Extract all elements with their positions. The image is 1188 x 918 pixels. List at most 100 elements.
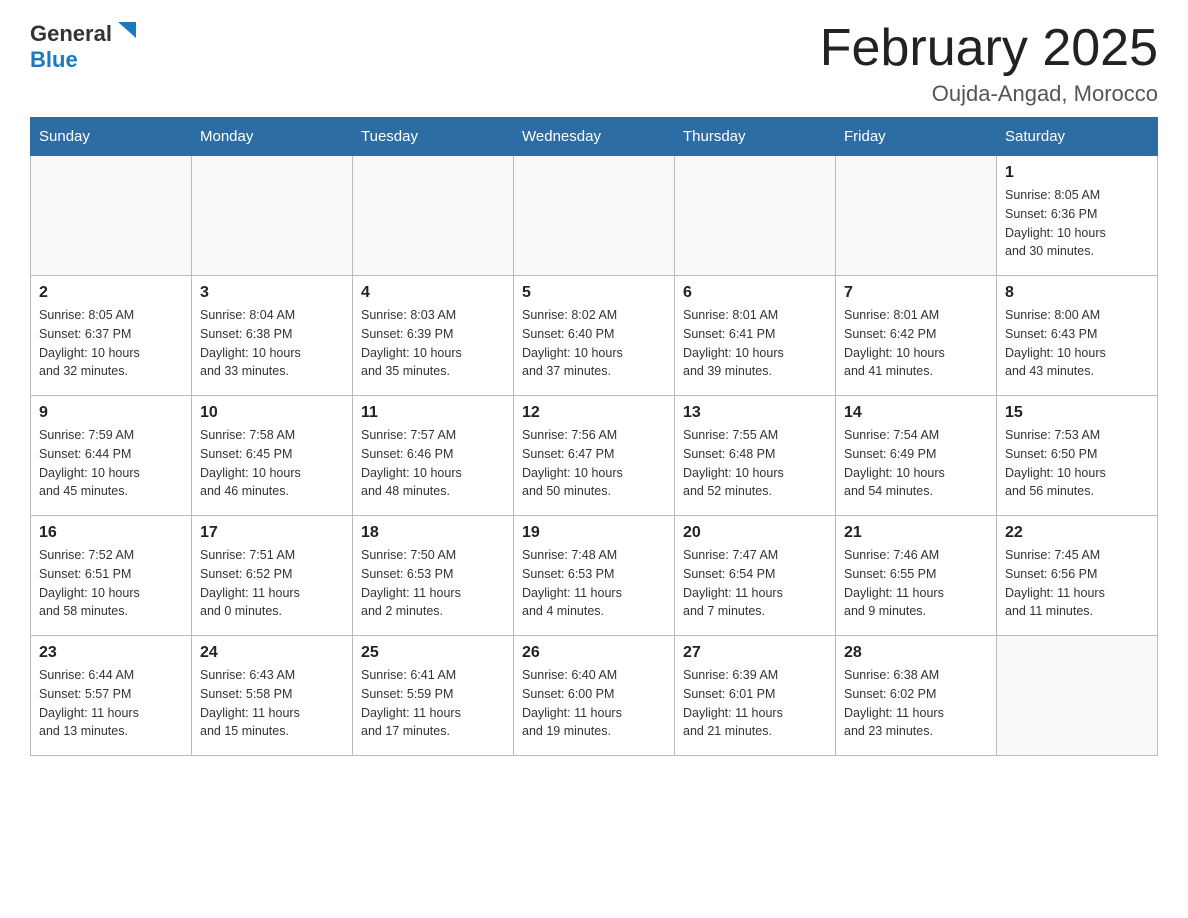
day-info: Sunrise: 8:05 AM Sunset: 6:37 PM Dayligh… — [39, 306, 183, 381]
day-number: 22 — [1005, 524, 1149, 542]
calendar-day-11: 11Sunrise: 7:57 AM Sunset: 6:46 PM Dayli… — [353, 396, 514, 516]
day-number: 13 — [683, 404, 827, 422]
calendar-header-monday: Monday — [192, 118, 353, 156]
day-number: 26 — [522, 644, 666, 662]
calendar-header-sunday: Sunday — [31, 118, 192, 156]
day-info: Sunrise: 6:40 AM Sunset: 6:00 PM Dayligh… — [522, 666, 666, 741]
day-info: Sunrise: 7:51 AM Sunset: 6:52 PM Dayligh… — [200, 546, 344, 621]
day-info: Sunrise: 7:50 AM Sunset: 6:53 PM Dayligh… — [361, 546, 505, 621]
day-number: 27 — [683, 644, 827, 662]
day-number: 6 — [683, 284, 827, 302]
calendar-day-9: 9Sunrise: 7:59 AM Sunset: 6:44 PM Daylig… — [31, 396, 192, 516]
calendar-header-thursday: Thursday — [675, 118, 836, 156]
day-number: 25 — [361, 644, 505, 662]
day-info: Sunrise: 8:00 AM Sunset: 6:43 PM Dayligh… — [1005, 306, 1149, 381]
day-info: Sunrise: 6:41 AM Sunset: 5:59 PM Dayligh… — [361, 666, 505, 741]
day-info: Sunrise: 7:46 AM Sunset: 6:55 PM Dayligh… — [844, 546, 988, 621]
calendar-day-empty — [997, 636, 1158, 756]
calendar-week-row: 9Sunrise: 7:59 AM Sunset: 6:44 PM Daylig… — [31, 396, 1158, 516]
day-info: Sunrise: 8:01 AM Sunset: 6:41 PM Dayligh… — [683, 306, 827, 381]
calendar-day-25: 25 Sunrise: 6:41 AM Sunset: 5:59 PM Dayli… — [353, 636, 514, 756]
day-number: 17 — [200, 524, 344, 542]
day-info: Sunrise: 6:44 AM Sunset: 5:57 PM Dayligh… — [39, 666, 183, 741]
day-info: Sunrise: 8:03 AM Sunset: 6:39 PM Dayligh… — [361, 306, 505, 381]
day-number: 4 — [361, 284, 505, 302]
day-number: 23 — [39, 644, 183, 662]
calendar-day-17: 17 Sunrise: 7:51 AM Sunset: 6:52 PM Dayli… — [192, 516, 353, 636]
day-info: Sunrise: 8:02 AM Sunset: 6:40 PM Dayligh… — [522, 306, 666, 381]
calendar-header-row: SundayMondayTuesdayWednesdayThursdayFrid… — [31, 118, 1158, 156]
day-number: 1 — [1005, 164, 1149, 182]
day-number: 15 — [1005, 404, 1149, 422]
day-number: 8 — [1005, 284, 1149, 302]
calendar-day-24: 24 Sunrise: 6:43 AM Sunset: 5:58 PM Dayli… — [192, 636, 353, 756]
logo: General Blue — [30, 20, 138, 73]
calendar-day-12: 12Sunrise: 7:56 AM Sunset: 6:47 PM Dayli… — [514, 396, 675, 516]
day-number: 5 — [522, 284, 666, 302]
calendar-header-wednesday: Wednesday — [514, 118, 675, 156]
day-number: 12 — [522, 404, 666, 422]
month-title: February 2025 — [820, 20, 1158, 77]
calendar-header-friday: Friday — [836, 118, 997, 156]
calendar-day-4: 4 Sunrise: 8:03 AM Sunset: 6:39 PM Daylig… — [353, 276, 514, 396]
calendar-day-27: 27 Sunrise: 6:39 AM Sunset: 6:01 PM Dayli… — [675, 636, 836, 756]
calendar-day-10: 10 Sunrise: 7:58 AM Sunset: 6:45 PM Dayli… — [192, 396, 353, 516]
day-number: 10 — [200, 404, 344, 422]
logo-flag-icon — [116, 20, 138, 42]
calendar-day-empty — [514, 156, 675, 276]
calendar-day-23: 23 Sunrise: 6:44 AM Sunset: 5:57 PM Dayli… — [31, 636, 192, 756]
calendar-header-tuesday: Tuesday — [353, 118, 514, 156]
day-number: 24 — [200, 644, 344, 662]
calendar-day-3: 3 Sunrise: 8:04 AM Sunset: 6:38 PM Daylig… — [192, 276, 353, 396]
day-info: Sunrise: 7:48 AM Sunset: 6:53 PM Dayligh… — [522, 546, 666, 621]
calendar-day-13: 13 Sunrise: 7:55 AM Sunset: 6:48 PM Dayli… — [675, 396, 836, 516]
calendar-week-row: 16Sunrise: 7:52 AM Sunset: 6:51 PM Dayli… — [31, 516, 1158, 636]
calendar-day-26: 26 Sunrise: 6:40 AM Sunset: 6:00 PM Dayli… — [514, 636, 675, 756]
calendar-header-saturday: Saturday — [997, 118, 1158, 156]
day-info: Sunrise: 8:05 AM Sunset: 6:36 PM Dayligh… — [1005, 186, 1149, 261]
calendar-day-empty — [192, 156, 353, 276]
page-header: General Blue February 2025 Oujda-Angad, … — [30, 20, 1158, 107]
calendar-day-28: 28Sunrise: 6:38 AM Sunset: 6:02 PM Dayli… — [836, 636, 997, 756]
day-info: Sunrise: 7:47 AM Sunset: 6:54 PM Dayligh… — [683, 546, 827, 621]
calendar-day-14: 14 Sunrise: 7:54 AM Sunset: 6:49 PM Dayli… — [836, 396, 997, 516]
day-number: 21 — [844, 524, 988, 542]
calendar-day-empty — [836, 156, 997, 276]
day-number: 19 — [522, 524, 666, 542]
calendar-week-row: 1 Sunrise: 8:05 AM Sunset: 6:36 PM Daylig… — [31, 156, 1158, 276]
day-number: 3 — [200, 284, 344, 302]
day-info: Sunrise: 7:54 AM Sunset: 6:49 PM Dayligh… — [844, 426, 988, 501]
calendar-day-20: 20 Sunrise: 7:47 AM Sunset: 6:54 PM Dayli… — [675, 516, 836, 636]
calendar-day-empty — [353, 156, 514, 276]
day-info: Sunrise: 7:53 AM Sunset: 6:50 PM Dayligh… — [1005, 426, 1149, 501]
calendar-table: SundayMondayTuesdayWednesdayThursdayFrid… — [30, 117, 1158, 756]
calendar-day-empty — [31, 156, 192, 276]
day-info: Sunrise: 7:55 AM Sunset: 6:48 PM Dayligh… — [683, 426, 827, 501]
day-info: Sunrise: 8:01 AM Sunset: 6:42 PM Dayligh… — [844, 306, 988, 381]
day-info: Sunrise: 6:39 AM Sunset: 6:01 PM Dayligh… — [683, 666, 827, 741]
calendar-day-18: 18Sunrise: 7:50 AM Sunset: 6:53 PM Dayli… — [353, 516, 514, 636]
logo-general-text: General — [30, 21, 112, 47]
calendar-week-row: 23 Sunrise: 6:44 AM Sunset: 5:57 PM Dayli… — [31, 636, 1158, 756]
day-number: 20 — [683, 524, 827, 542]
logo-blue-text: Blue — [30, 47, 78, 72]
title-section: February 2025 Oujda-Angad, Morocco — [820, 20, 1158, 107]
day-info: Sunrise: 6:43 AM Sunset: 5:58 PM Dayligh… — [200, 666, 344, 741]
calendar-day-5: 5 Sunrise: 8:02 AM Sunset: 6:40 PM Daylig… — [514, 276, 675, 396]
day-number: 14 — [844, 404, 988, 422]
calendar-day-22: 22 Sunrise: 7:45 AM Sunset: 6:56 PM Dayli… — [997, 516, 1158, 636]
day-number: 9 — [39, 404, 183, 422]
calendar-day-empty — [675, 156, 836, 276]
day-info: Sunrise: 6:38 AM Sunset: 6:02 PM Dayligh… — [844, 666, 988, 741]
calendar-week-row: 2 Sunrise: 8:05 AM Sunset: 6:37 PM Daylig… — [31, 276, 1158, 396]
day-info: Sunrise: 7:58 AM Sunset: 6:45 PM Dayligh… — [200, 426, 344, 501]
day-number: 16 — [39, 524, 183, 542]
day-number: 2 — [39, 284, 183, 302]
day-info: Sunrise: 7:45 AM Sunset: 6:56 PM Dayligh… — [1005, 546, 1149, 621]
day-info: Sunrise: 8:04 AM Sunset: 6:38 PM Dayligh… — [200, 306, 344, 381]
calendar-day-16: 16Sunrise: 7:52 AM Sunset: 6:51 PM Dayli… — [31, 516, 192, 636]
calendar-day-6: 6 Sunrise: 8:01 AM Sunset: 6:41 PM Daylig… — [675, 276, 836, 396]
calendar-day-2: 2 Sunrise: 8:05 AM Sunset: 6:37 PM Daylig… — [31, 276, 192, 396]
calendar-day-1: 1 Sunrise: 8:05 AM Sunset: 6:36 PM Daylig… — [997, 156, 1158, 276]
calendar-day-8: 8 Sunrise: 8:00 AM Sunset: 6:43 PM Daylig… — [997, 276, 1158, 396]
